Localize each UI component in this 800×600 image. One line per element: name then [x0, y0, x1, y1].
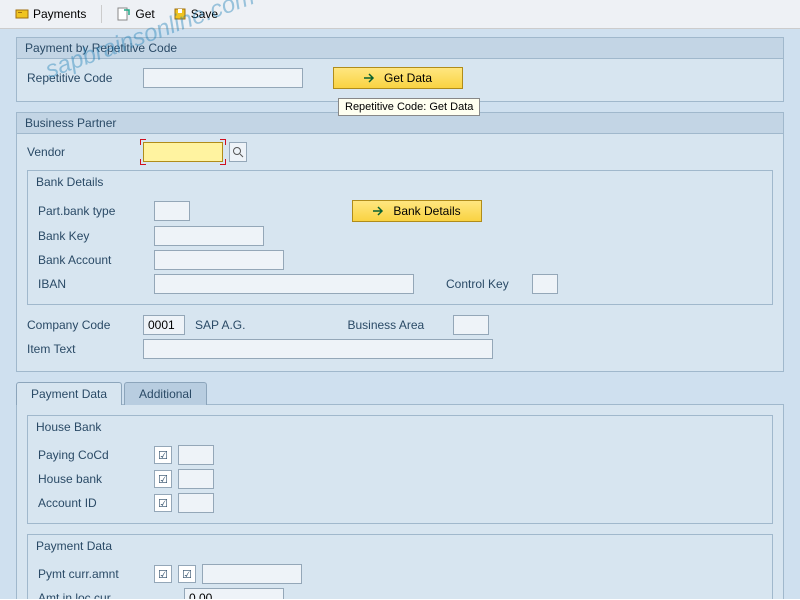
company-code-input[interactable] [143, 315, 185, 335]
house-bank-group: House Bank Paying CoCd ☑ House bank ☑ Ac… [27, 415, 773, 524]
payment-data-title: Payment Data [28, 535, 772, 558]
pymt-curr-checkbox1[interactable]: ☑ [154, 565, 172, 583]
business-area-label: Business Area [347, 318, 447, 332]
iban-input[interactable] [154, 274, 414, 294]
amt-loc-label: Amt.in loc.cur. [38, 591, 148, 599]
tab-strip: Payment Data Additional [16, 382, 784, 405]
tab-payment-data[interactable]: Payment Data [16, 382, 122, 405]
house-bank-input[interactable] [178, 469, 214, 489]
bank-key-input[interactable] [154, 226, 264, 246]
main-area: Payment by Repetitive Code Repetitive Co… [0, 29, 800, 599]
bank-account-input[interactable] [154, 250, 284, 270]
get-data-label: Get Data [384, 71, 432, 85]
get-icon [117, 7, 131, 21]
account-id-input[interactable] [178, 493, 214, 513]
vendor-search-help[interactable] [229, 142, 247, 162]
payments-label: Payments [33, 7, 86, 21]
house-bank-label: House bank [38, 472, 148, 486]
item-text-label: Item Text [27, 342, 137, 356]
business-area-input[interactable] [453, 315, 489, 335]
repetitive-code-title: Payment by Repetitive Code [17, 38, 783, 59]
house-bank-title: House Bank [28, 416, 772, 439]
iban-label: IBAN [38, 277, 148, 291]
control-key-label: Control Key [446, 277, 526, 291]
arrow-right-icon [373, 205, 387, 217]
get-label: Get [135, 7, 154, 21]
vendor-input[interactable] [143, 142, 223, 162]
save-button[interactable]: Save [166, 4, 225, 24]
bank-details-group: Bank Details Part.bank type Bank Details [27, 170, 773, 305]
bank-key-label: Bank Key [38, 229, 148, 243]
bank-details-btn-label: Bank Details [393, 204, 460, 218]
business-partner-title: Business Partner [17, 113, 783, 134]
payments-icon [15, 7, 29, 21]
amt-loc-input[interactable] [184, 588, 284, 599]
search-icon [232, 146, 244, 158]
repetitive-code-group: Payment by Repetitive Code Repetitive Co… [16, 37, 784, 102]
paying-cocd-input[interactable] [178, 445, 214, 465]
account-id-label: Account ID [38, 496, 148, 510]
part-bank-type-input[interactable] [154, 201, 190, 221]
repetitive-code-input[interactable] [143, 68, 303, 88]
pymt-curr-input[interactable] [202, 564, 302, 584]
tab-additional[interactable]: Additional [124, 382, 207, 405]
part-bank-type-label: Part.bank type [38, 204, 148, 218]
pymt-curr-label: Pymt curr.amnt [38, 567, 148, 581]
control-key-input[interactable] [532, 274, 558, 294]
house-bank-checkbox[interactable]: ☑ [154, 470, 172, 488]
pymt-curr-checkbox2[interactable]: ☑ [178, 565, 196, 583]
paying-cocd-label: Paying CoCd [38, 448, 148, 462]
tab-content: House Bank Paying CoCd ☑ House bank ☑ Ac… [16, 404, 784, 599]
paying-cocd-checkbox[interactable]: ☑ [154, 446, 172, 464]
get-button[interactable]: Get [110, 4, 161, 24]
arrow-right-icon [364, 72, 378, 84]
payments-button[interactable]: Payments [8, 4, 93, 24]
repetitive-code-label: Repetitive Code [27, 71, 137, 85]
separator [101, 5, 102, 23]
bank-details-title: Bank Details [28, 171, 772, 194]
tooltip: Repetitive Code: Get Data [338, 98, 480, 116]
save-label: Save [191, 7, 218, 21]
item-text-input[interactable] [143, 339, 493, 359]
toolbar: Payments Get Save [0, 0, 800, 29]
vendor-field-wrapper [143, 142, 223, 162]
vendor-label: Vendor [27, 145, 137, 159]
bank-details-button[interactable]: Bank Details [352, 200, 482, 222]
business-partner-group: Business Partner Vendor Bank Details [16, 112, 784, 372]
bank-account-label: Bank Account [38, 253, 148, 267]
payment-data-inner-group: Payment Data Pymt curr.amnt ☑ ☑ Amt.in l… [27, 534, 773, 599]
company-code-name: SAP A.G. [195, 318, 245, 332]
account-id-checkbox[interactable]: ☑ [154, 494, 172, 512]
save-icon [173, 7, 187, 21]
company-code-label: Company Code [27, 318, 137, 332]
get-data-button[interactable]: Get Data [333, 67, 463, 89]
